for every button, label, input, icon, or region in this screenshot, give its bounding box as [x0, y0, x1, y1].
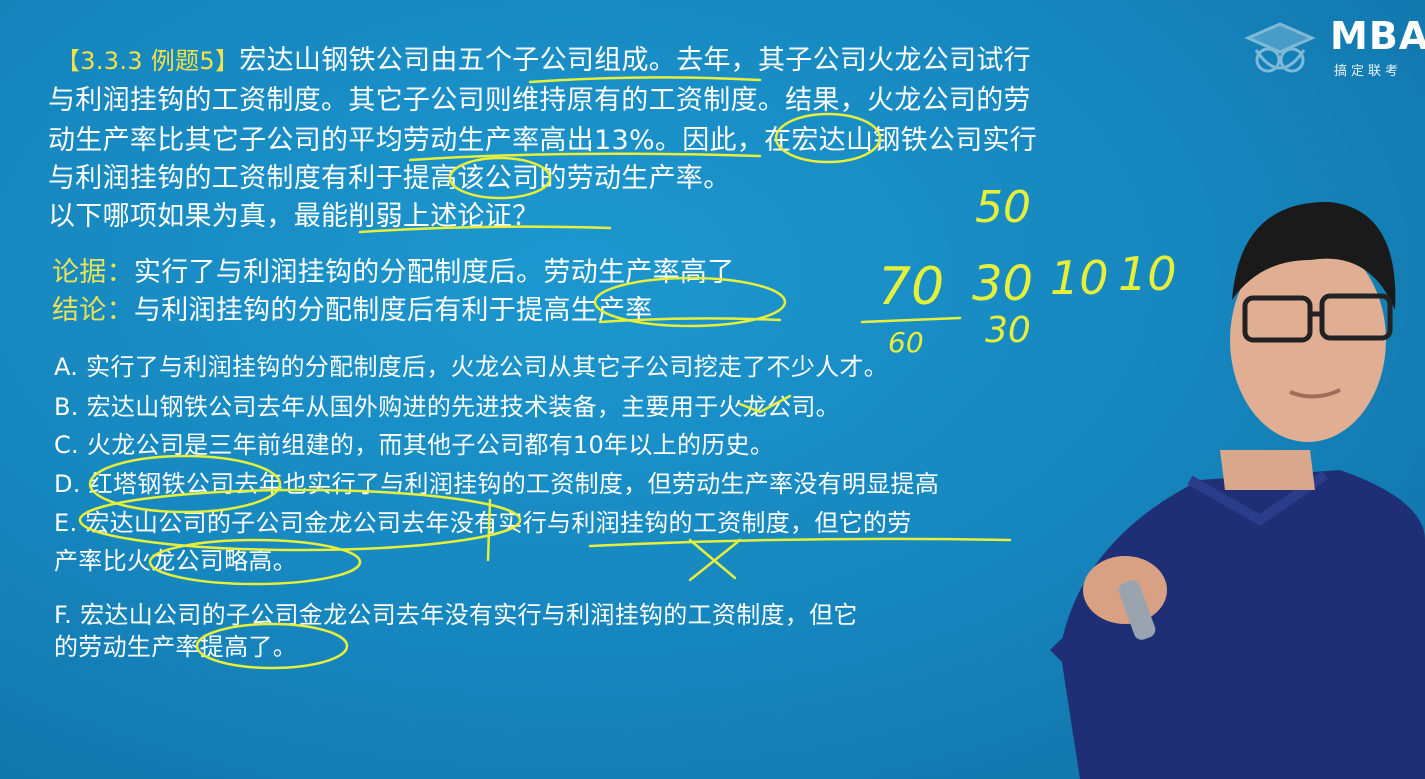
divider-ink [860, 316, 962, 324]
conclusion-label: 结论： [52, 295, 134, 326]
option-e: E. 宏达山公司的子公司金龙公司去年没有实行与利润挂钩的工资制度，但它的劳 [54, 509, 912, 537]
option-c: C. 火龙公司是三年前组建的，而其他子公司都有10年以上的历史。 [54, 431, 775, 459]
premise-label: 论据： [52, 257, 134, 288]
handwritten-number: 50 [975, 182, 1031, 233]
question-prompt: 以下哪项如果为真，最能削弱上述论证？ [48, 201, 540, 232]
question-line-1: 【3.3.3 例题5】宏达山钢铁公司由五个子公司组成。去年，其子公司火龙公司试行 [56, 44, 1031, 78]
presenter-figure [1050, 201, 1425, 779]
handwritten-number: 60 [888, 326, 924, 359]
underline-ink [528, 76, 762, 84]
question-line-4: 与利润挂钩的工资制度有利于提高该公司的劳动生产率。 [48, 163, 731, 194]
video-frame: MBA 搞定联考 【3.3.3 例题5】宏达山钢铁公司由五个子公司组成。去年，其… [0, 0, 1425, 779]
premise-text: 实行了与利润挂钩的分配制度后。劳动生产率高了 [133, 257, 735, 288]
question-line-3: 动生产率比其它子公司的平均劳动生产率高出13%。因此，在宏达山钢铁公司实行 [48, 125, 1038, 156]
option-b: B. 宏达山钢铁公司去年从国外购进的先进技术装备，主要用于火龙公司。 [54, 393, 840, 421]
question-tag: 【3.3.3 例题5】 [56, 47, 240, 75]
underline-ink [588, 537, 1012, 548]
option-f-cont: 的劳动生产率提高了。 [54, 633, 297, 661]
brand-logo-text: MBA [1330, 14, 1425, 58]
handwritten-number: 30 [972, 256, 1033, 312]
conclusion-text: 与利润挂钩的分配制度后有利于提高生产率 [133, 295, 653, 326]
option-f: F. 宏达山公司的子公司金龙公司去年没有实行与利润挂钩的工资制度，但它 [54, 601, 858, 629]
question-line-2: 与利润挂钩的工资制度。其它子公司则维持原有的工资制度。结果，火龙公司的劳 [48, 85, 1031, 116]
cross-ink [688, 538, 742, 582]
conclusion-line: 结论：与利润挂钩的分配制度后有利于提高生产率 [52, 294, 653, 328]
premise-line: 论据：实行了与利润挂钩的分配制度后。劳动生产率高了 [52, 256, 735, 290]
option-e-cont: 产率比火龙公司略高。 [54, 547, 297, 575]
option-d: D. 红塔钢铁公司去年也实行了与利润挂钩的工资制度，但劳动生产率没有明显提高 [54, 470, 940, 498]
handwritten-number: 30 [985, 310, 1031, 351]
question-text: 宏达山钢铁公司由五个子公司组成。去年，其子公司火龙公司试行 [239, 45, 1031, 76]
brand-tagline: 搞定联考 [1334, 64, 1403, 79]
handwritten-number: 70 [878, 257, 944, 317]
option-a: A. 实行了与利润挂钩的分配制度后，火龙公司从其它子公司挖走了不少人才。 [54, 353, 889, 381]
